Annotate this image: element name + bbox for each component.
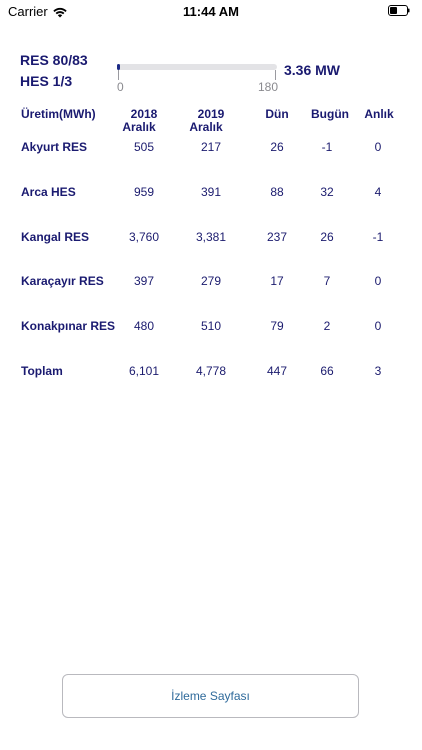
battery-icon [388,5,410,16]
row-label: Karaçayır RES [21,274,104,288]
row-label: Arca HES [21,185,76,199]
cell-anlik: 3 [374,364,382,378]
cell-anlik: 0 [374,319,382,333]
hes-count: HES 1/3 [20,73,73,89]
cell-2019: 217 [200,140,222,154]
current-power: 3.36 MW [284,62,341,78]
gauge-min-label: 0 [117,80,124,94]
header-2019: 2019 Aralık [181,108,241,134]
cell-2019: 4,778 [195,364,227,378]
cell-2019: 510 [200,319,222,333]
cell-2018: 3,760 [128,230,160,244]
cell-2019: 279 [200,274,222,288]
cell-anlik: 4 [374,185,382,199]
cell-2018: 397 [133,274,155,288]
plant-summary: RES 80/83 HES 1/3 [20,50,88,92]
cell-anlik: 0 [374,274,382,288]
cell-2019: 3,381 [195,230,227,244]
row-label: Kangal RES [21,230,90,244]
cell-2018: 480 [133,319,155,333]
clock: 11:44 AM [183,4,239,19]
cell-anlik: 0 [374,140,382,154]
cell-2019: 391 [200,185,222,199]
header-dun: Dün [265,107,289,121]
header-anlik: Anlık [364,107,394,121]
gauge-tick-max [275,70,276,80]
header-2018-month: Aralık [122,120,156,134]
res-count: RES 80/83 [20,52,88,68]
cell-2018: 959 [133,185,155,199]
cell-2018: 505 [133,140,155,154]
gauge-track [117,64,277,70]
header-label: Üretim(MWh) [21,107,96,121]
status-bar: Carrier 11:44 AM [0,0,422,24]
monitoring-page-button[interactable]: İzleme Sayfası [62,674,359,718]
gauge-max-label: 180 [258,80,279,94]
cell-anlik: -1 [372,230,384,244]
header-2019-month: Aralık [189,120,223,134]
header-2018: 2018 Aralık [114,108,174,134]
gauge-tick-min [118,70,119,80]
row-label: Akyurt RES [21,140,88,154]
row-label: Konakpınar RES [21,319,116,333]
row-label: Toplam [21,364,63,378]
cell-2018: 6,101 [128,364,160,378]
